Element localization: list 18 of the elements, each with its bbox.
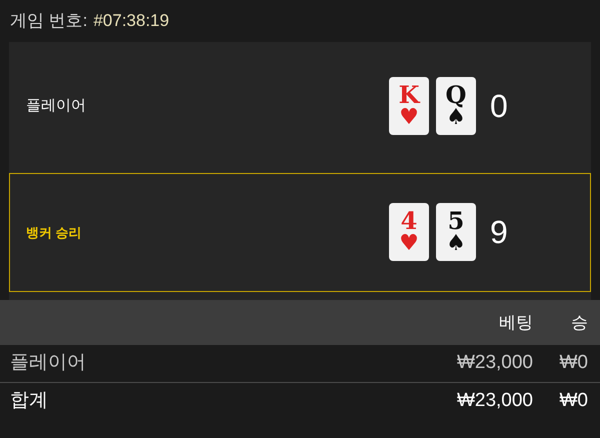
table-cell-text: ₩23,000 [456,351,533,376]
hand-label: 플레이어 [26,96,86,116]
hand-score: 0 [490,86,509,126]
table-cell-text: 합계 [10,388,49,413]
table-cell-text: 플레이어 [10,351,87,376]
playing-card: Q ♠ [436,76,476,135]
playing-card: K ♥ [389,76,429,135]
playing-card: 5 ♠ [436,203,476,262]
table-cell-text: ₩23,000 [456,388,533,413]
table-cell-text: ₩0 [558,388,588,413]
game-number: #07:38:19 [93,10,170,32]
column-header: 승 [570,312,588,334]
table-cell-text: ₩0 [558,351,588,376]
column-header: 베팅 [498,312,533,334]
playing-card: 4 ♥ [389,203,429,262]
game-number-label: 게임 번호: [10,10,88,32]
hand-score: 9 [490,213,509,252]
hand-label: 뱅커 승리 [26,224,82,242]
